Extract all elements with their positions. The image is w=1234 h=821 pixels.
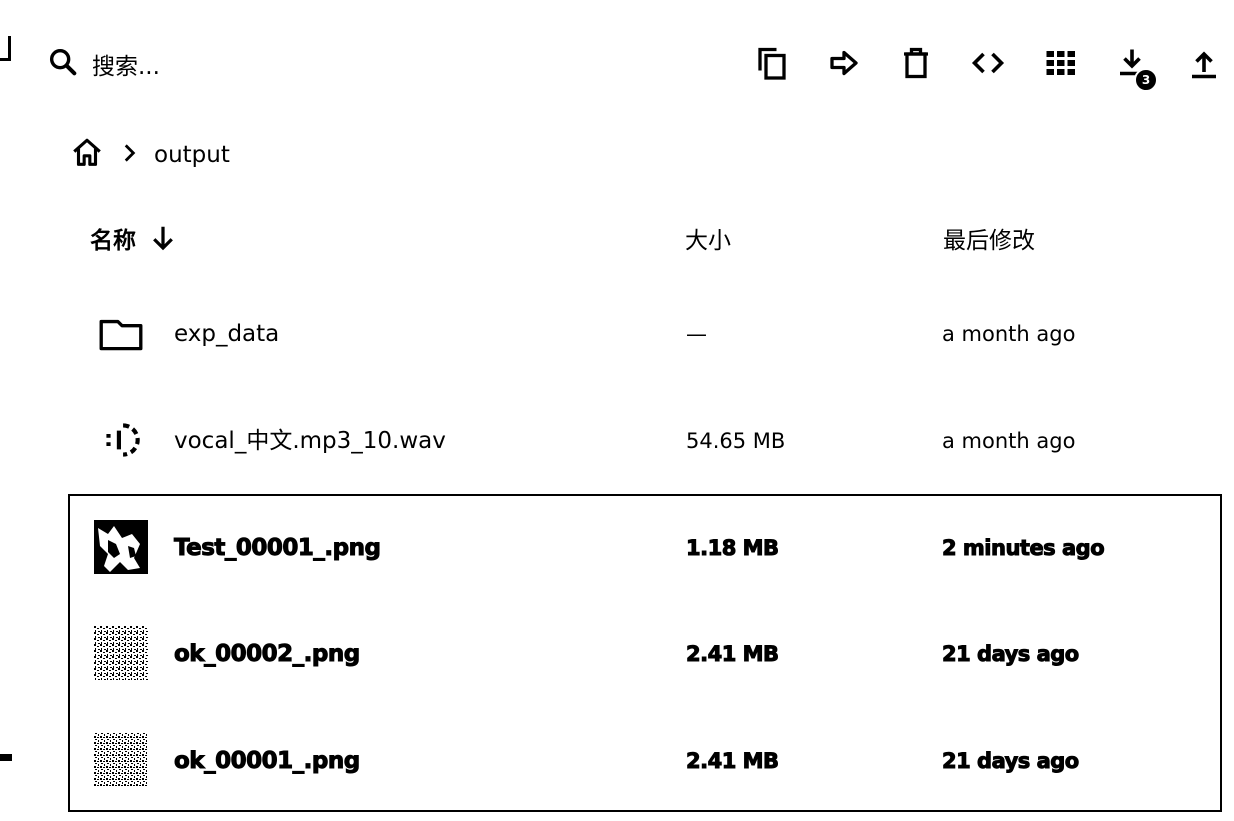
image-thumbnail[interactable] bbox=[94, 520, 148, 574]
download-count-badge: 3 bbox=[1134, 68, 1158, 92]
left-edge-marker-bottom bbox=[0, 754, 12, 761]
file-size: 54.65 MB bbox=[686, 429, 786, 453]
upload-icon bbox=[1192, 51, 1216, 79]
file-name: exp_data bbox=[174, 321, 280, 347]
file-row-selected[interactable]: ok_00001_.png 2.41 MB 21 days ago bbox=[68, 708, 1224, 814]
file-row[interactable]: vocal_中文.mp3_10.wav 54.65 MB a month ago bbox=[68, 388, 1224, 494]
search-icon bbox=[46, 45, 80, 83]
grid-view-button[interactable] bbox=[1042, 40, 1078, 86]
file-size: 1.18 MB bbox=[686, 536, 780, 561]
file-modified: a month ago bbox=[942, 322, 1076, 346]
file-modified: a month ago bbox=[942, 429, 1076, 453]
move-button[interactable] bbox=[826, 40, 862, 86]
file-size: — bbox=[686, 322, 707, 346]
search-input[interactable]: 搜索... bbox=[92, 47, 160, 81]
copy-button[interactable] bbox=[754, 40, 790, 86]
audio-file-icon bbox=[94, 413, 148, 467]
code-icon bbox=[971, 52, 1005, 74]
file-name: Test_00001_.png bbox=[173, 535, 381, 562]
embed-code-button[interactable] bbox=[970, 40, 1006, 86]
file-row-selected[interactable]: ok_00002_.png 2.41 MB 21 days ago bbox=[68, 601, 1224, 707]
image-thumbnail[interactable] bbox=[94, 733, 148, 787]
copy-icon bbox=[758, 47, 786, 80]
arrow-down-icon bbox=[153, 226, 173, 251]
grid-view-icon bbox=[1046, 51, 1075, 75]
left-edge-marker bbox=[0, 36, 11, 61]
column-header-size[interactable]: 大小 bbox=[685, 220, 731, 256]
column-header-name-label: 名称 bbox=[90, 228, 136, 254]
home-icon[interactable] bbox=[70, 136, 104, 174]
file-modified: 21 days ago bbox=[942, 642, 1080, 667]
file-name: vocal_中文.mp3_10.wav bbox=[174, 428, 446, 454]
download-button[interactable]: 3 bbox=[1114, 40, 1158, 92]
chevron-right-icon bbox=[116, 140, 142, 170]
file-modified: 2 minutes ago bbox=[941, 536, 1105, 561]
file-modified: 21 days ago bbox=[942, 749, 1080, 774]
move-icon bbox=[830, 50, 858, 76]
folder-icon bbox=[94, 306, 148, 360]
delete-button[interactable] bbox=[898, 40, 934, 86]
column-header-name[interactable]: 名称 bbox=[90, 220, 178, 256]
delete-icon bbox=[904, 47, 928, 79]
search-bar[interactable]: 搜索... bbox=[46, 44, 160, 84]
file-row[interactable]: exp_data — a month ago bbox=[68, 281, 1224, 387]
upload-button[interactable] bbox=[1186, 40, 1222, 86]
file-size: 2.41 MB bbox=[686, 749, 780, 774]
file-name: ok_00002_.png bbox=[174, 641, 361, 668]
column-header-modified[interactable]: 最后修改 bbox=[943, 220, 1035, 256]
toolbar: 3 bbox=[754, 40, 1222, 92]
image-thumbnail[interactable] bbox=[94, 626, 148, 680]
file-name: ok_00001_.png bbox=[174, 748, 361, 775]
file-row-selected[interactable]: Test_00001_.png 1.18 MB 2 minutes ago bbox=[68, 495, 1224, 601]
breadcrumb-current[interactable]: output bbox=[154, 142, 230, 168]
file-size: 2.41 MB bbox=[686, 642, 780, 667]
breadcrumb: output bbox=[70, 133, 230, 177]
